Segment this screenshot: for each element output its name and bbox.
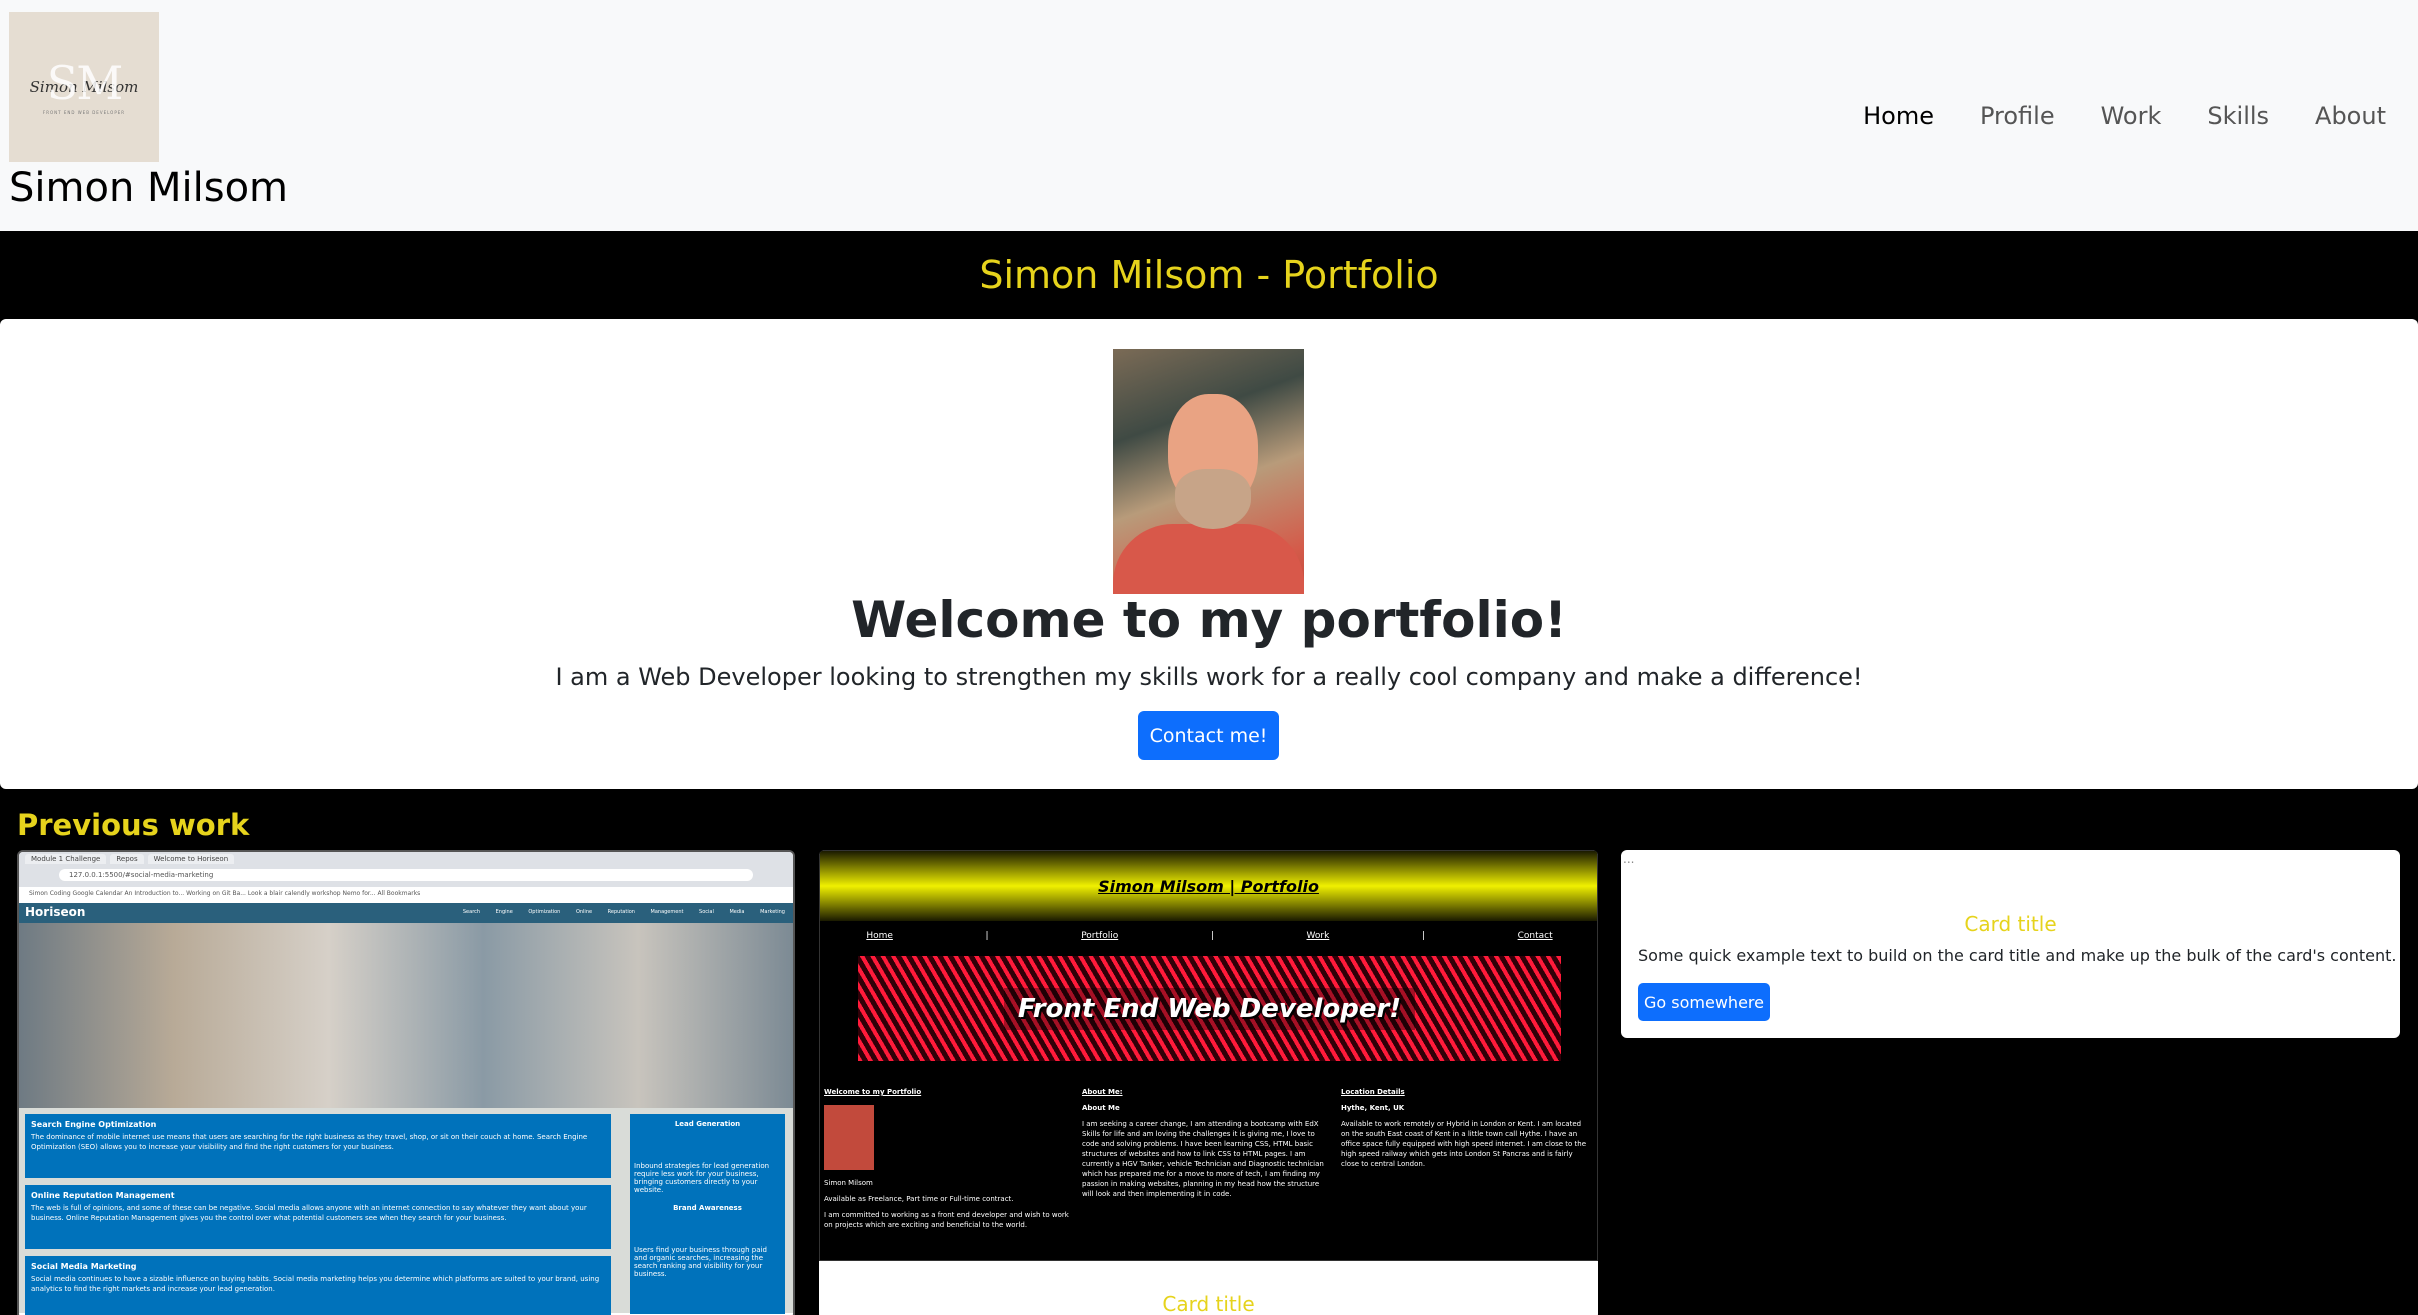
horiseon-item-smm: Social Media Marketing Social media cont… (25, 1256, 611, 1315)
shot-mini-photo (824, 1105, 874, 1170)
title-bar: Simon Milsom - Portfolio (0, 231, 2418, 319)
col-text: Available to work remotely or Hybrid in … (1341, 1120, 1587, 1168)
horiseon-nav: Search Engine Optimization Online Reputa… (462, 909, 785, 915)
item-text: Social media continues to have a sizable… (31, 1275, 600, 1293)
browser-url: 127.0.0.1:5500/#social-media-marketing (59, 869, 753, 881)
browser-tab: Welcome to Horiseon (147, 854, 235, 864)
col-heading: Welcome to my Portfolio (824, 1088, 922, 1096)
contact-button[interactable]: Contact me! (1138, 711, 1279, 760)
browser-chrome: Module 1 Challenge Repos Welcome to Hori… (19, 852, 793, 887)
horiseon-aside: Lead Generation Inbound strategies for l… (630, 1114, 785, 1314)
aside-brand-heading: Brand Awareness (673, 1204, 742, 1212)
portfolio-shot-title: Simon Milsom | Portfolio (1098, 876, 1319, 896)
item-heading: Online Reputation Management (31, 1191, 175, 1200)
logo-monogram: SM (46, 55, 124, 110)
item-text: The dominance of mobile internet use mea… (31, 1133, 588, 1151)
aside-lead-heading: Lead Generation (674, 1120, 741, 1128)
main-nav: Home Profile Work Skills About (1863, 96, 2386, 136)
nav-home[interactable]: Home (1863, 96, 1934, 136)
item-heading: Social Media Marketing (31, 1262, 137, 1271)
shot-col-location: Location Details Hythe, Kent, UK Availab… (1341, 1087, 1591, 1169)
previous-work-title: Previous work (17, 808, 250, 842)
shot-col-about: About Me: About Me I am seeking a career… (1082, 1087, 1332, 1199)
shot-nav-separator: | (1210, 931, 1214, 941)
browser-bookmarks: Simon Coding Google Calendar An Introduc… (19, 887, 793, 903)
col-text: I am seeking a career change, I am atten… (1082, 1120, 1324, 1198)
portfolio-screenshot: Simon Milsom | Portfolio Home | Portfoli… (819, 850, 1598, 1261)
col-heading: Location Details (1341, 1088, 1405, 1096)
site-logo[interactable]: SM Simon Milsom FRONT END WEB DEVELOPER (9, 12, 159, 162)
browser-tab: Repos (110, 854, 144, 864)
aside-brand-text: Users find your business through paid an… (634, 1246, 767, 1278)
item-heading: Search Engine Optimization (31, 1120, 157, 1129)
portfolio-shot-nav: Home | Portfolio | Work | Contact (820, 931, 1598, 941)
nav-profile[interactable]: Profile (1980, 96, 2055, 136)
col-sub: Hythe, Kent, UK (1341, 1104, 1405, 1112)
logo-tagline: FRONT END WEB DEVELOPER (42, 109, 126, 115)
work-card-portfolio[interactable]: Simon Milsom | Portfolio Home | Portfoli… (819, 850, 1598, 1315)
photo-shirt (1113, 524, 1304, 594)
shot-nav-home: Home (866, 931, 893, 941)
horiseon-item-orm: Online Reputation Management The web is … (25, 1185, 611, 1249)
nav-skills[interactable]: Skills (2207, 96, 2269, 136)
horiseon-body: Search Engine Optimization The dominance… (19, 1108, 793, 1315)
shot-nav-work: Work (1306, 931, 1330, 941)
shot-col-welcome: Welcome to my Portfolio Simon Milsom Ava… (824, 1087, 1074, 1230)
profile-photo (1113, 349, 1304, 594)
horiseon-hero-image (19, 923, 793, 1108)
aside-lead-text: Inbound strategies for lead generation r… (634, 1162, 770, 1194)
page-title: Simon Milsom - Portfolio (979, 253, 1439, 297)
nav-work[interactable]: Work (2101, 96, 2162, 136)
horiseon-logo: Horiseon (25, 905, 86, 919)
col-sub: About Me (1082, 1104, 1120, 1112)
browser-tabs: Module 1 Challenge Repos Welcome to Hori… (19, 852, 793, 866)
brand-name: Simon Milsom (9, 165, 289, 211)
go-somewhere-button[interactable]: Go somewhere (1638, 983, 1770, 1021)
col-line1: Available as Freelance, Part time or Ful… (824, 1195, 1014, 1203)
item-text: The web is full of opinions, and some of… (31, 1204, 587, 1222)
portfolio-shot-header: Simon Milsom | Portfolio (820, 851, 1597, 921)
hero-lead: I am a Web Developer looking to strength… (555, 663, 1863, 691)
card-text: Some quick example text to build on the … (1638, 946, 2397, 965)
work-card-example: ... Card title Some quick example text t… (1621, 850, 2400, 1038)
shot-nav-separator: | (1421, 931, 1425, 941)
nav-about[interactable]: About (2315, 96, 2386, 136)
horiseon-item-seo: Search Engine Optimization The dominance… (25, 1114, 611, 1178)
shot-nav-contact: Contact (1517, 931, 1553, 941)
col-line2: I am committed to working as a front end… (824, 1211, 1069, 1229)
broken-image-icon: ... (1623, 852, 1635, 866)
shot-nav-portfolio: Portfolio (1081, 931, 1119, 941)
shot-nav-separator: | (985, 931, 989, 941)
col-name: Simon Milsom (824, 1179, 873, 1187)
hero-section: Welcome to my portfolio! I am a Web Deve… (0, 319, 2418, 789)
portfolio-shot-banner: Front End Web Developer! (858, 956, 1561, 1061)
col-heading: About Me: (1082, 1088, 1123, 1096)
work-card-horiseon[interactable]: Module 1 Challenge Repos Welcome to Hori… (17, 850, 795, 1315)
card-title: Card title (1964, 912, 2057, 936)
banner-text: Front End Web Developer! (1003, 987, 1416, 1030)
horiseon-header: Horiseon Search Engine Optimization Onli… (19, 903, 793, 923)
card-title: Card title (1162, 1292, 1255, 1315)
browser-tab: Module 1 Challenge (25, 854, 107, 864)
photo-beard (1175, 469, 1251, 529)
hero-heading: Welcome to my portfolio! (851, 591, 1567, 649)
site-header: SM Simon Milsom FRONT END WEB DEVELOPER … (0, 0, 2418, 231)
